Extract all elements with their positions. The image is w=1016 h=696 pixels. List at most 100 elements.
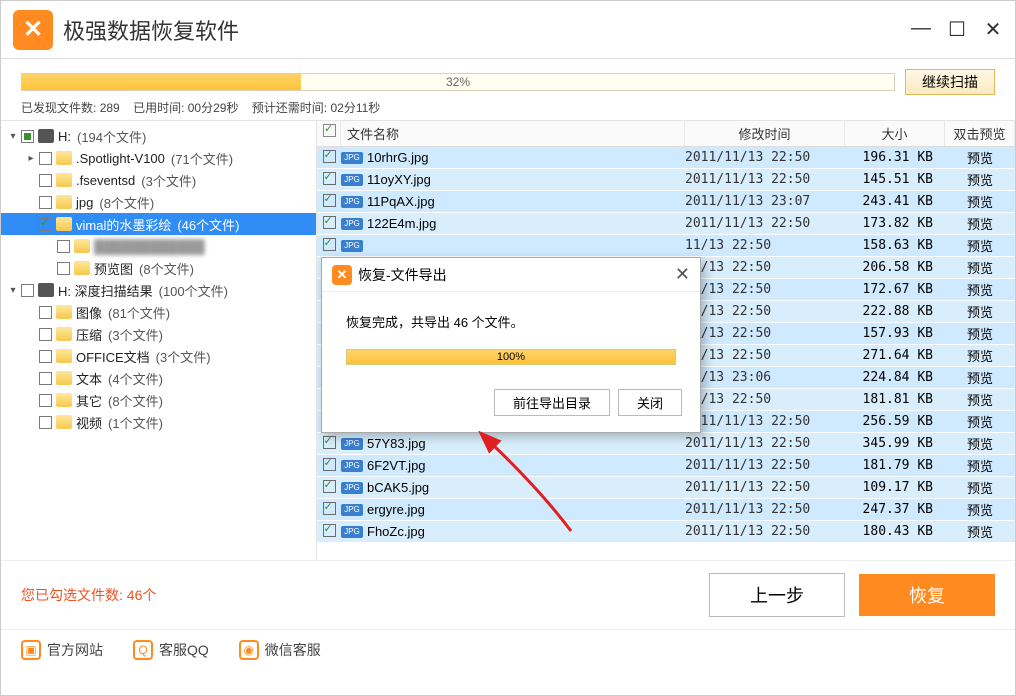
file-preview-link[interactable]: 预览	[945, 478, 1015, 497]
file-checkbox[interactable]	[323, 216, 336, 229]
tree-checkbox[interactable]	[57, 240, 70, 253]
tree-checkbox[interactable]	[21, 284, 34, 297]
file-checkbox[interactable]	[323, 436, 336, 449]
file-row[interactable]: JPGFhoZc.jpg2011/11/13 22:50180.43 KB预览	[317, 521, 1015, 543]
file-preview-link[interactable]: 预览	[945, 412, 1015, 431]
file-checkbox[interactable]	[323, 502, 336, 515]
col-size-header[interactable]: 大小	[845, 121, 945, 146]
file-preview-link[interactable]: 预览	[945, 434, 1015, 453]
tree-node[interactable]: OFFICE文档(3个文件)	[1, 345, 316, 367]
col-check-header[interactable]	[317, 121, 341, 146]
file-preview-link[interactable]: 预览	[945, 236, 1015, 255]
file-preview-link[interactable]: 预览	[945, 192, 1015, 211]
file-preview-link[interactable]: 预览	[945, 324, 1015, 343]
file-checkbox[interactable]	[323, 194, 336, 207]
file-preview-link[interactable]: 预览	[945, 500, 1015, 519]
tree-toggle-icon[interactable]	[25, 174, 37, 186]
tree-label: OFFICE文档	[76, 347, 150, 366]
tree-node[interactable]: 图像(81个文件)	[1, 301, 316, 323]
tree-checkbox[interactable]	[39, 372, 52, 385]
tree-node[interactable]: 预览图(8个文件)	[1, 257, 316, 279]
maximize-button[interactable]: ☐	[947, 17, 967, 42]
tree-toggle-icon[interactable]: ▾	[7, 130, 19, 142]
tree-node[interactable]: 视频(1个文件)	[1, 411, 316, 433]
tree-node[interactable]: 文本(4个文件)	[1, 367, 316, 389]
tree-checkbox[interactable]	[39, 196, 52, 209]
tree-toggle-icon[interactable]: ▾	[7, 284, 19, 296]
tree-checkbox[interactable]	[39, 328, 52, 341]
file-row[interactable]: JPG57Y83.jpg2011/11/13 22:50345.99 KB预览	[317, 433, 1015, 455]
file-checkbox[interactable]	[323, 524, 336, 537]
tree-toggle-icon[interactable]	[43, 262, 55, 274]
file-checkbox[interactable]	[323, 150, 336, 163]
file-name: 122E4m.jpg	[367, 216, 436, 231]
file-checkbox[interactable]	[323, 458, 336, 471]
col-date-header[interactable]: 修改时间	[685, 121, 845, 146]
tree-checkbox[interactable]	[39, 174, 52, 187]
file-preview-link[interactable]: 预览	[945, 170, 1015, 189]
file-checkbox[interactable]	[323, 480, 336, 493]
tree-checkbox[interactable]	[39, 350, 52, 363]
col-preview-header[interactable]: 双击预览	[945, 121, 1015, 146]
col-name-header[interactable]: 文件名称	[341, 121, 685, 146]
file-row[interactable]: JPGergyre.jpg2011/11/13 22:50247.37 KB预览	[317, 499, 1015, 521]
tree-node[interactable]: ▸.Spotlight-V100(71个文件)	[1, 147, 316, 169]
file-preview-link[interactable]: 预览	[945, 302, 1015, 321]
official-site-link[interactable]: ▣ 官方网站	[21, 640, 103, 660]
file-preview-link[interactable]: 预览	[945, 214, 1015, 233]
dialog-close-btn[interactable]: 关闭	[618, 389, 682, 416]
tree-toggle-icon[interactable]	[25, 394, 37, 406]
recover-button[interactable]: 恢复	[859, 574, 995, 616]
tree-node[interactable]: vimal的水墨彩绘(46个文件)	[1, 213, 316, 235]
tree-toggle-icon[interactable]: ▸	[25, 152, 37, 164]
tree-node[interactable]: jpg(8个文件)	[1, 191, 316, 213]
file-row[interactable]: JPGbCAK5.jpg2011/11/13 22:50109.17 KB预览	[317, 477, 1015, 499]
tree-toggle-icon[interactable]	[25, 196, 37, 208]
file-row[interactable]: JPG10rhrG.jpg2011/11/13 22:50196.31 KB预览	[317, 147, 1015, 169]
tree-node[interactable]: .fseventsd(3个文件)	[1, 169, 316, 191]
tree-toggle-icon[interactable]	[43, 240, 55, 252]
minimize-button[interactable]: —	[911, 17, 931, 42]
tree-node[interactable]: ▾H:(194个文件)	[1, 125, 316, 147]
tree-checkbox[interactable]	[57, 262, 70, 275]
file-preview-link[interactable]: 预览	[945, 368, 1015, 387]
tree-node[interactable]: ████████████	[1, 235, 316, 257]
file-row[interactable]: JPG122E4m.jpg2011/11/13 22:50173.82 KB预览	[317, 213, 1015, 235]
file-preview-link[interactable]: 预览	[945, 346, 1015, 365]
folder-tree[interactable]: ▾H:(194个文件)▸.Spotlight-V100(71个文件).fseve…	[1, 121, 317, 560]
open-export-dir-button[interactable]: 前往导出目录	[494, 389, 610, 416]
wechat-support-link[interactable]: ◉ 微信客服	[239, 640, 321, 660]
dialog-close-button[interactable]: ✕	[675, 264, 690, 285]
file-preview-link[interactable]: 预览	[945, 522, 1015, 541]
file-preview-link[interactable]: 预览	[945, 280, 1015, 299]
file-checkbox[interactable]	[323, 238, 336, 251]
tree-toggle-icon[interactable]	[25, 218, 37, 230]
tree-toggle-icon[interactable]	[25, 372, 37, 384]
tree-node[interactable]: 其它(8个文件)	[1, 389, 316, 411]
tree-toggle-icon[interactable]	[25, 416, 37, 428]
file-preview-link[interactable]: 预览	[945, 390, 1015, 409]
tree-checkbox[interactable]	[39, 394, 52, 407]
file-preview-link[interactable]: 预览	[945, 258, 1015, 277]
file-checkbox[interactable]	[323, 172, 336, 185]
tree-node[interactable]: 压缩(3个文件)	[1, 323, 316, 345]
tree-checkbox[interactable]	[39, 306, 52, 319]
tree-checkbox[interactable]	[39, 218, 52, 231]
tree-checkbox[interactable]	[21, 130, 34, 143]
tree-checkbox[interactable]	[39, 416, 52, 429]
file-row[interactable]: JPG11PqAX.jpg2011/11/13 23:07243.41 KB预览	[317, 191, 1015, 213]
file-preview-link[interactable]: 预览	[945, 148, 1015, 167]
tree-toggle-icon[interactable]	[25, 350, 37, 362]
continue-scan-button[interactable]: 继续扫描	[905, 69, 995, 95]
file-preview-link[interactable]: 预览	[945, 456, 1015, 475]
tree-toggle-icon[interactable]	[25, 328, 37, 340]
file-row[interactable]: JPG6F2VT.jpg2011/11/13 22:50181.79 KB预览	[317, 455, 1015, 477]
prev-step-button[interactable]: 上一步	[709, 573, 845, 617]
tree-checkbox[interactable]	[39, 152, 52, 165]
tree-node[interactable]: ▾H: 深度扫描结果(100个文件)	[1, 279, 316, 301]
file-row[interactable]: JPG11/13 22:50158.63 KB预览	[317, 235, 1015, 257]
tree-toggle-icon[interactable]	[25, 306, 37, 318]
file-row[interactable]: JPG11oyXY.jpg2011/11/13 22:50145.51 KB预览	[317, 169, 1015, 191]
qq-support-link[interactable]: Q 客服QQ	[133, 640, 209, 660]
close-button[interactable]: ✕	[983, 17, 1003, 42]
